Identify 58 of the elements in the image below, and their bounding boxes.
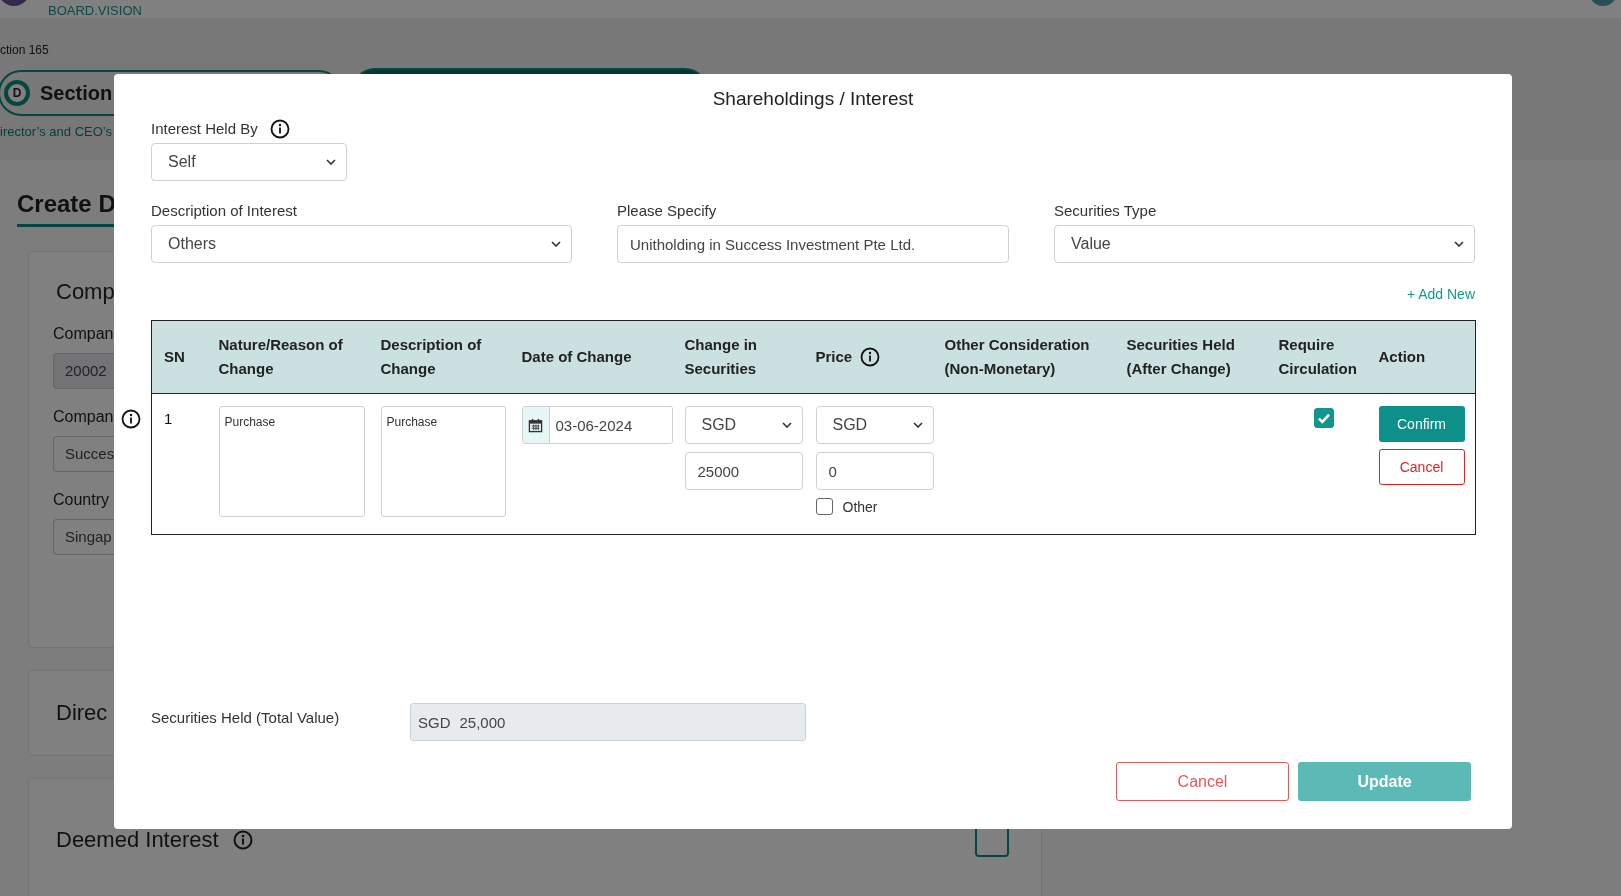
field-label: Country bbox=[53, 490, 110, 510]
select-field[interactable]: SGD bbox=[684, 406, 803, 444]
select-field[interactable]: Value bbox=[1054, 225, 1475, 263]
checkbox[interactable] bbox=[1313, 408, 1334, 428]
select-field[interactable]: Self bbox=[151, 143, 347, 181]
card-title: Direc bbox=[56, 699, 108, 727]
chevron-icon bbox=[1454, 241, 1464, 247]
dialog-title: Shareholdings / Interest bbox=[712, 87, 914, 111]
field-label: Please Specify bbox=[617, 201, 718, 221]
total-field: SGD 25,000 bbox=[410, 703, 806, 741]
column-header: Change in Securities bbox=[684, 335, 758, 379]
date-field[interactable]: 03-06-2024 bbox=[521, 406, 673, 444]
card-title: Deemed Interest bbox=[56, 826, 219, 854]
column-header: Require Circulation bbox=[1278, 335, 1358, 379]
breadcrumb: ction 165 bbox=[0, 43, 49, 57]
column-header: SN bbox=[164, 347, 185, 367]
text-area[interactable]: Purchase bbox=[218, 406, 365, 517]
field-label: Compan bbox=[53, 407, 114, 427]
section-subtitle: irector’s and CEO’s bbox=[0, 124, 112, 139]
column-header: Securities Held (After Change) bbox=[1126, 335, 1236, 379]
field-label: Description of Interest bbox=[151, 201, 298, 221]
chevron-icon bbox=[912, 422, 923, 428]
input-field[interactable]: Unitholding in Success Investment Pte Ltd. bbox=[617, 225, 1009, 263]
table-cell: 1 bbox=[164, 410, 173, 427]
column-header: Description of Change bbox=[380, 335, 483, 379]
info-icon[interactable] bbox=[860, 347, 881, 367]
column-header: Price bbox=[815, 347, 853, 367]
page-title: Create D bbox=[17, 190, 116, 218]
column-header: Action bbox=[1378, 347, 1426, 367]
field-label: Interest Held By bbox=[151, 119, 258, 139]
confirm-button[interactable]: Confirm bbox=[1378, 406, 1465, 442]
field-label: Securities Held (Total Value) bbox=[151, 708, 341, 728]
checkbox[interactable] bbox=[815, 498, 833, 515]
select-field[interactable]: SGD bbox=[815, 406, 934, 444]
section-label: Section bbox=[40, 81, 113, 105]
card-title: Comp bbox=[56, 278, 115, 306]
input-field[interactable]: 25000 bbox=[684, 452, 803, 490]
column-header: Date of Change bbox=[521, 347, 632, 367]
field-label: Securities Type bbox=[1054, 201, 1158, 221]
section-badge: D bbox=[4, 80, 30, 106]
info-icon[interactable] bbox=[269, 119, 290, 139]
field-label: Compan bbox=[53, 324, 114, 344]
column-header: Nature/Reason of Change bbox=[218, 335, 344, 379]
info-icon bbox=[232, 830, 253, 850]
dialog-button[interactable]: Cancel bbox=[1116, 762, 1289, 801]
chevron-icon bbox=[551, 241, 561, 247]
select-field[interactable]: Others bbox=[151, 225, 572, 263]
text-area[interactable]: Purchase bbox=[380, 406, 506, 517]
calendar-icon bbox=[528, 417, 543, 433]
brand-name: BOARD.VISION bbox=[48, 4, 142, 18]
chevron-icon bbox=[781, 422, 792, 428]
add-new-link[interactable]: + Add New bbox=[1406, 285, 1475, 303]
input-field[interactable]: 0 bbox=[815, 452, 934, 490]
chevron-icon bbox=[326, 159, 336, 165]
column-header: Other Consideration (Non-Monetary) bbox=[944, 335, 1091, 379]
info-icon[interactable] bbox=[121, 409, 141, 429]
cancel-button[interactable]: Cancel bbox=[1378, 449, 1465, 485]
checkbox-label: Other bbox=[842, 498, 878, 515]
